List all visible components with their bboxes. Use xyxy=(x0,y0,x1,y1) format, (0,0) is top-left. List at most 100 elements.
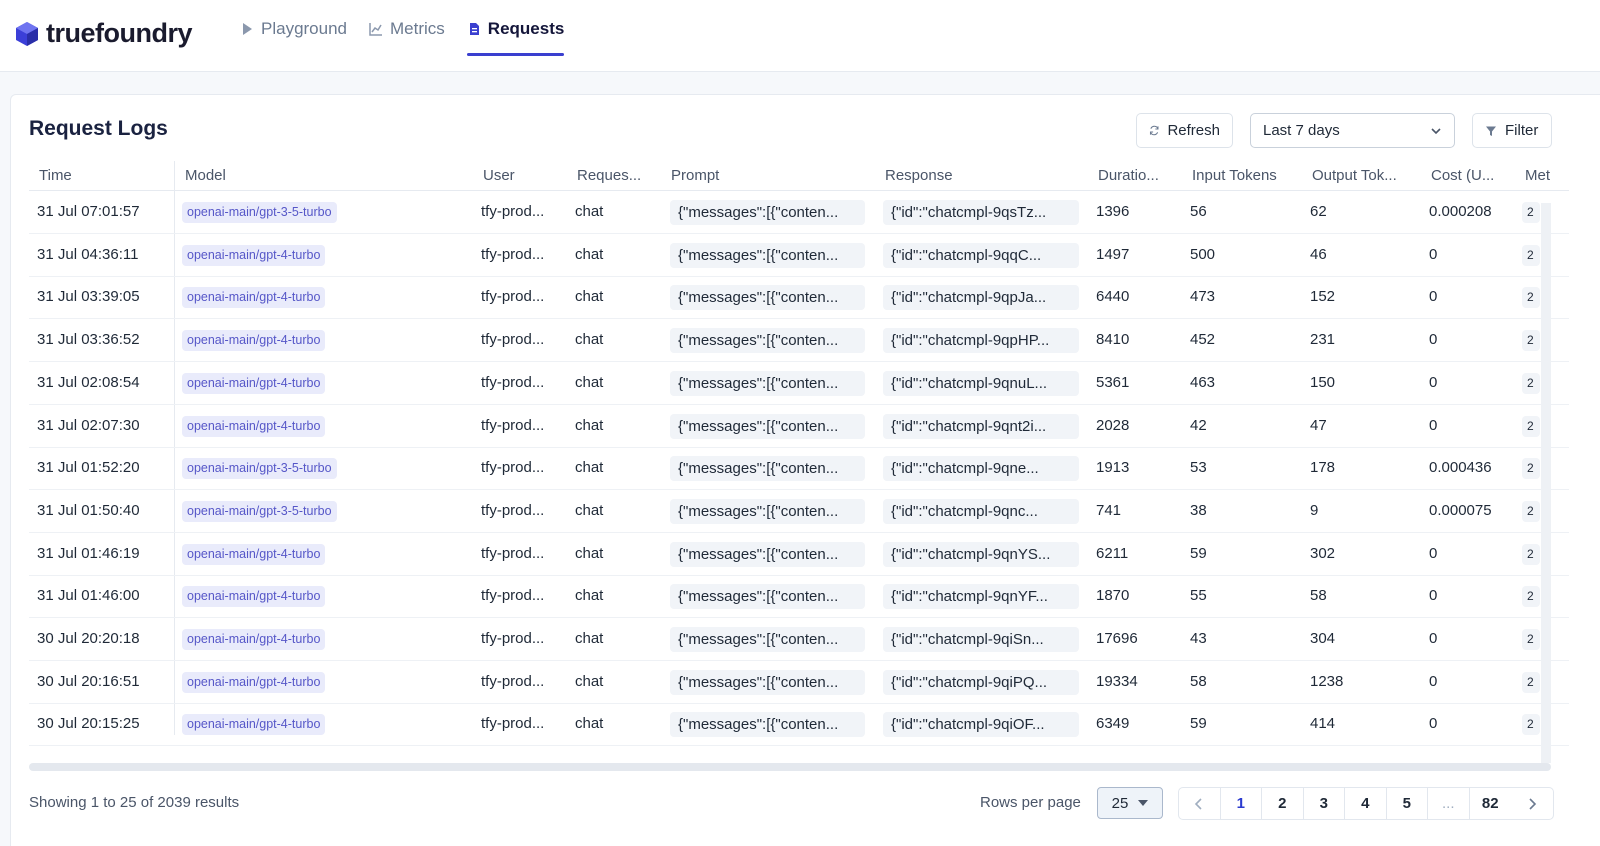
table-row[interactable]: 31 Jul 02:07:30 openai-main/gpt-4-turbo tf… xyxy=(29,405,1569,448)
brand-name: truefoundry xyxy=(46,18,193,48)
model-badge[interactable]: openai-main/gpt-4-turbo xyxy=(182,287,326,309)
previous-page-button[interactable] xyxy=(1179,788,1221,819)
prompt-chip[interactable]: {"messages":[{"conten... xyxy=(670,669,865,695)
column-header-input-tokens[interactable]: Input Tokens xyxy=(1192,167,1304,184)
response-chip[interactable]: {"id":"chatcmpl-9qnt2i... xyxy=(883,413,1079,439)
table-row[interactable]: 30 Jul 20:20:18 openai-main/gpt-4-turbo tf… xyxy=(29,618,1569,661)
metadata-chip[interactable]: 2 xyxy=(1522,543,1540,565)
response-chip[interactable]: {"id":"chatcmpl-9qiOF... xyxy=(883,712,1079,738)
column-header-prompt[interactable]: Prompt xyxy=(671,167,871,184)
model-badge[interactable]: openai-main/gpt-3-5-turbo xyxy=(182,202,337,223)
horizontal-scrollbar[interactable] xyxy=(29,763,1551,771)
table-row[interactable]: 31 Jul 04:36:11 openai-main/gpt-4-turbo tf… xyxy=(29,234,1569,277)
metadata-chip[interactable]: 2 xyxy=(1522,714,1540,736)
page-button-4[interactable]: 4 xyxy=(1345,788,1387,819)
response-chip[interactable]: {"id":"chatcmpl-9qiSn... xyxy=(883,627,1079,652)
rows-per-page-select[interactable]: 25 xyxy=(1097,787,1163,819)
model-badge[interactable]: openai-main/gpt-4-turbo xyxy=(182,543,326,565)
metadata-chip[interactable]: 2 xyxy=(1522,244,1540,266)
model-badge[interactable]: openai-main/gpt-4-turbo xyxy=(182,415,326,437)
response-chip[interactable]: {"id":"chatcmpl-9qsTz... xyxy=(883,200,1079,225)
page-button-1[interactable]: 1 xyxy=(1221,788,1262,819)
metadata-chip[interactable]: 2 xyxy=(1522,287,1540,309)
next-page-button[interactable] xyxy=(1511,788,1553,819)
prompt-chip[interactable]: {"messages":[{"conten... xyxy=(670,627,865,652)
metadata-chip[interactable]: 2 xyxy=(1522,500,1540,522)
model-badge[interactable]: openai-main/gpt-4-turbo xyxy=(182,714,326,736)
table-row[interactable]: 31 Jul 01:46:00 openai-main/gpt-4-turbo tf… xyxy=(29,575,1569,619)
response-chip[interactable]: {"id":"chatcmpl-9qnYS... xyxy=(883,541,1079,567)
model-badge[interactable]: openai-main/gpt-4-turbo xyxy=(182,372,326,394)
table-row[interactable]: 30 Jul 20:15:25 openai-main/gpt-4-turbo tf… xyxy=(29,703,1569,747)
refresh-label: Refresh xyxy=(1167,122,1220,139)
column-header-metadata[interactable]: Met xyxy=(1525,167,1569,184)
response-chip[interactable]: {"id":"chatcmpl-9qnuL... xyxy=(883,370,1079,396)
metadata-chip[interactable]: 2 xyxy=(1522,415,1540,437)
time-range-select[interactable]: Last 7 days xyxy=(1250,113,1455,148)
column-header-time[interactable]: Time xyxy=(39,167,159,184)
model-badge[interactable]: openai-main/gpt-4-turbo xyxy=(182,244,326,266)
response-chip[interactable]: {"id":"chatcmpl-9qiPQ... xyxy=(883,669,1079,695)
prompt-chip[interactable]: {"messages":[{"conten... xyxy=(670,541,865,567)
metadata-chip[interactable]: 2 xyxy=(1522,458,1540,480)
model-badge[interactable]: openai-main/gpt-4-turbo xyxy=(182,629,326,650)
duration-cell: 6349 xyxy=(1096,715,1130,733)
page-button-82[interactable]: 82 xyxy=(1470,788,1512,819)
table-row[interactable]: 31 Jul 01:46:19 openai-main/gpt-4-turbo tf… xyxy=(29,533,1569,576)
response-chip[interactable]: {"id":"chatcmpl-9qne... xyxy=(883,456,1079,482)
input-tokens-cell: 463 xyxy=(1190,373,1216,391)
page-button-2[interactable]: 2 xyxy=(1262,788,1304,819)
metadata-chip[interactable]: 2 xyxy=(1522,202,1540,223)
table-row[interactable]: 31 Jul 01:52:20 openai-main/gpt-3-5-turbo… xyxy=(29,447,1569,491)
nav-tab-playground[interactable]: Playground xyxy=(240,0,347,58)
model-badge[interactable]: openai-main/gpt-4-turbo xyxy=(182,586,326,608)
filter-button[interactable]: Filter xyxy=(1472,113,1552,148)
metadata-chip[interactable]: 2 xyxy=(1522,330,1540,352)
column-header-cost[interactable]: Cost (U... xyxy=(1431,167,1517,184)
nav-tab-metrics[interactable]: Metrics xyxy=(369,0,445,58)
response-chip[interactable]: {"id":"chatcmpl-9qnc... xyxy=(883,498,1079,524)
metadata-chip[interactable]: 2 xyxy=(1522,629,1540,650)
prompt-chip[interactable]: {"messages":[{"conten... xyxy=(670,498,865,524)
prompt-chip[interactable]: {"messages":[{"conten... xyxy=(670,712,865,738)
metadata-chip[interactable]: 2 xyxy=(1522,372,1540,394)
column-header-model[interactable]: Model xyxy=(185,167,465,184)
model-badge[interactable]: openai-main/gpt-3-5-turbo xyxy=(182,458,337,480)
response-chip[interactable]: {"id":"chatcmpl-9qnYF... xyxy=(883,584,1079,610)
column-header-user[interactable]: User xyxy=(483,167,569,184)
table-row[interactable]: 30 Jul 20:16:51 openai-main/gpt-4-turbo tf… xyxy=(29,661,1569,704)
metadata-chip[interactable]: 2 xyxy=(1522,586,1540,608)
column-header-request-type[interactable]: Reques... xyxy=(577,167,663,184)
response-chip[interactable]: {"id":"chatcmpl-9qqC... xyxy=(883,242,1079,268)
table-row[interactable]: 31 Jul 02:08:54 openai-main/gpt-4-turbo tf… xyxy=(29,362,1569,405)
metadata-chip[interactable]: 2 xyxy=(1522,671,1540,693)
prompt-chip[interactable]: {"messages":[{"conten... xyxy=(670,456,865,482)
column-header-output-tokens[interactable]: Output Tok... xyxy=(1312,167,1422,184)
prompt-chip[interactable]: {"messages":[{"conten... xyxy=(670,413,865,439)
column-header-duration[interactable]: Duratio... xyxy=(1098,167,1184,184)
table-row[interactable]: 31 Jul 07:01:57 openai-main/gpt-3-5-turbo… xyxy=(29,191,1569,234)
prompt-chip[interactable]: {"messages":[{"conten... xyxy=(670,242,865,268)
table-row[interactable]: 31 Jul 01:50:40 openai-main/gpt-3-5-turbo… xyxy=(29,490,1569,533)
response-chip[interactable]: {"id":"chatcmpl-9qpJa... xyxy=(883,285,1079,311)
duration-cell: 1870 xyxy=(1096,587,1130,605)
page-button-5[interactable]: 5 xyxy=(1387,788,1428,819)
prompt-chip[interactable]: {"messages":[{"conten... xyxy=(670,285,865,311)
nav-tab-requests[interactable]: Requests xyxy=(466,0,564,58)
page-button-3[interactable]: 3 xyxy=(1304,788,1345,819)
cost-cell: 0 xyxy=(1429,672,1438,690)
table-row[interactable]: 31 Jul 03:39:05 openai-main/gpt-4-turbo tf… xyxy=(29,276,1569,320)
prompt-chip[interactable]: {"messages":[{"conten... xyxy=(670,584,865,610)
model-badge[interactable]: openai-main/gpt-3-5-turbo xyxy=(182,500,337,522)
prompt-chip[interactable]: {"messages":[{"conten... xyxy=(670,200,865,225)
prompt-chip[interactable]: {"messages":[{"conten... xyxy=(670,370,865,396)
logo[interactable]: truefoundry xyxy=(14,18,193,49)
refresh-button[interactable]: Refresh xyxy=(1136,113,1233,148)
table-row[interactable]: 31 Jul 03:36:52 openai-main/gpt-4-turbo tf… xyxy=(29,319,1569,363)
prompt-chip[interactable]: {"messages":[{"conten... xyxy=(670,328,865,354)
column-header-response[interactable]: Response xyxy=(885,167,1085,184)
response-chip[interactable]: {"id":"chatcmpl-9qpHP... xyxy=(883,328,1079,354)
model-badge[interactable]: openai-main/gpt-4-turbo xyxy=(182,671,326,693)
model-badge[interactable]: openai-main/gpt-4-turbo xyxy=(182,330,326,352)
vertical-scrollbar[interactable] xyxy=(1541,203,1551,763)
